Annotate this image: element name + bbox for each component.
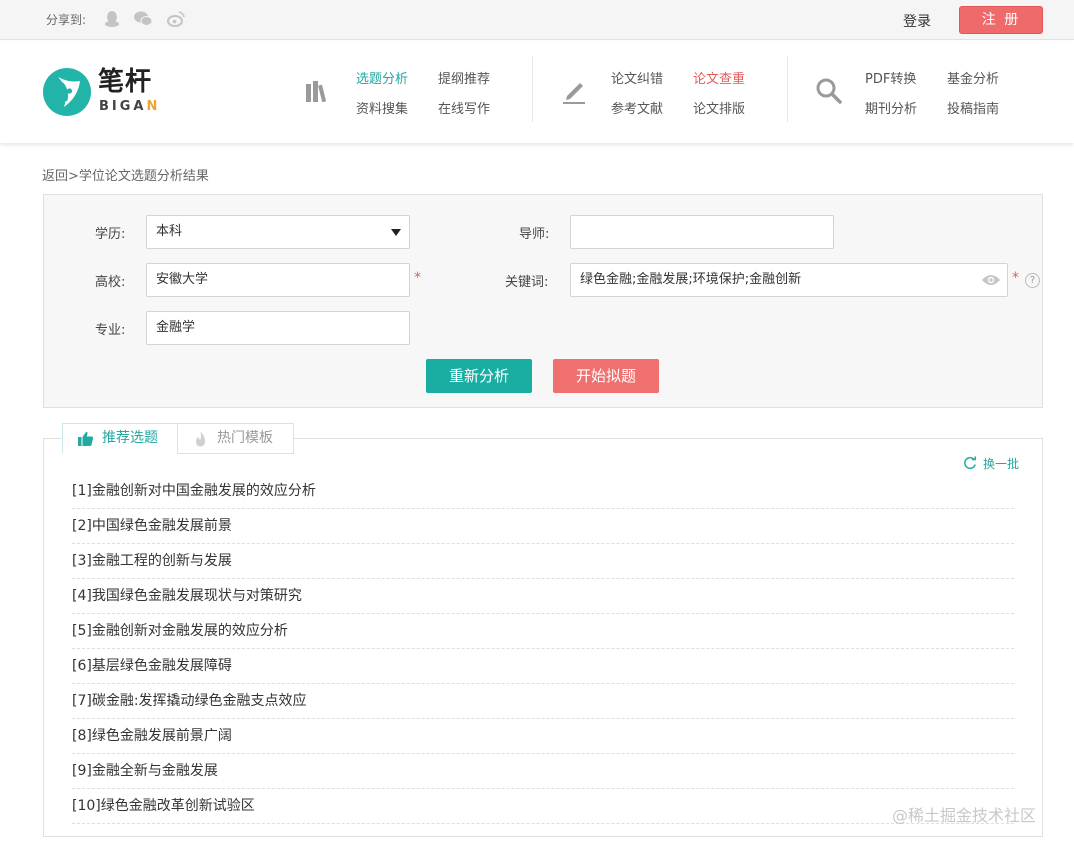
nav-references[interactable]: 参考文献 (611, 98, 663, 117)
nav-online-writing[interactable]: 在线写作 (438, 98, 490, 117)
site-header: 笔杆 BIGAN 选题分析 提纲推荐 资料搜集 在线写作 论文纠错 论文查重 参… (0, 41, 1074, 143)
topic-title: [1]金融创新对中国金融发展的效应分析 (72, 483, 316, 499)
topic-list: [1]金融创新对中国金融发展的效应分析 [2]中国绿色金融发展前景 [3]金融工… (72, 474, 1014, 824)
topic-item[interactable]: [7]碳金融:发挥撬动绿色金融支点效应 (72, 684, 1014, 719)
required-mark: * (1012, 270, 1019, 286)
school-input[interactable]: 安徽大学 (146, 263, 410, 297)
topic-title: [2]中国绿色金融发展前景 (72, 518, 232, 534)
required-mark: * (414, 270, 421, 286)
topic-item[interactable]: [10]绿色金融改革创新试验区 (72, 789, 1014, 824)
thumbs-up-icon (77, 431, 94, 447)
help-icon[interactable]: ? (1025, 273, 1040, 288)
login-link[interactable]: 登录 (903, 11, 931, 31)
nav-topic-analysis[interactable]: 选题分析 (356, 68, 408, 87)
keywords-input[interactable]: 绿色金融;金融发展;环境保护;金融创新 (570, 263, 1008, 297)
qq-icon[interactable] (102, 10, 122, 28)
search-icon (814, 76, 844, 106)
nav-plagiarism-check[interactable]: 论文查重 (693, 68, 745, 87)
topic-title: [3]金融工程的创新与发展 (72, 553, 232, 569)
topic-item[interactable]: [1]金融创新对中国金融发展的效应分析 (72, 474, 1014, 509)
wechat-icon[interactable] (133, 10, 153, 28)
register-button[interactable]: 注 册 (959, 6, 1043, 34)
nav-submission-guide[interactable]: 投稿指南 (947, 98, 999, 117)
major-label: 专业: (95, 323, 126, 338)
nav-typesetting[interactable]: 论文排版 (693, 98, 745, 117)
nav-divider (787, 56, 788, 122)
brand-name-en-prefix: BIGA (99, 99, 147, 114)
breadcrumb-separator: > (68, 169, 79, 184)
eye-icon[interactable] (981, 273, 1001, 287)
refresh-icon (963, 456, 977, 470)
degree-label: 学历: (95, 227, 126, 242)
advisor-input[interactable] (570, 215, 834, 249)
keywords-label: 关键词: (505, 275, 549, 290)
topic-item[interactable]: [8]绿色金融发展前景广阔 (72, 719, 1014, 754)
weibo-icon[interactable] (166, 10, 186, 28)
nav-paper-correction[interactable]: 论文纠错 (611, 68, 663, 87)
degree-select-value: 本科 (156, 224, 183, 239)
topic-title: [10]绿色金融改革创新试验区 (72, 798, 255, 814)
degree-select[interactable]: 本科 (146, 215, 410, 249)
topic-title: [7]碳金融:发挥撬动绿色金融支点效应 (72, 693, 307, 709)
topic-title: [6]基层绿色金融发展障碍 (72, 658, 232, 674)
share-label: 分享到: (46, 13, 87, 27)
brand-name-en-suffix: N (146, 99, 161, 114)
refresh-batch-button[interactable]: 换一批 (963, 455, 1019, 472)
nav-divider (532, 56, 533, 122)
nav-fund-analysis[interactable]: 基金分析 (947, 68, 999, 87)
advisor-label: 导师: (519, 227, 550, 242)
books-icon (303, 76, 333, 106)
breadcrumb-back-link[interactable]: 返回 (42, 169, 68, 184)
nav-pdf-convert[interactable]: PDF转换 (865, 68, 916, 87)
reanalyze-button[interactable]: 重新分析 (426, 359, 532, 393)
refresh-batch-label: 换一批 (983, 457, 1020, 471)
top-bar: 分享到: 登录 注 册 (0, 0, 1074, 40)
topic-item[interactable]: [4]我国绿色金融发展现状与对策研究 (72, 579, 1014, 614)
nav-material-collect[interactable]: 资料搜集 (356, 98, 408, 117)
major-input[interactable]: 金融学 (146, 311, 410, 345)
bigan-logo-icon[interactable] (42, 67, 92, 117)
caret-down-icon (391, 229, 401, 236)
watermark: @稀土掘金技术社区 (892, 806, 1037, 825)
nav-journal-analysis[interactable]: 期刊分析 (865, 98, 917, 117)
brand-name-en: BIGAN (99, 99, 160, 114)
tab-label: 推荐选题 (102, 430, 158, 446)
topic-item[interactable]: [3]金融工程的创新与发展 (72, 544, 1014, 579)
topic-item[interactable]: [5]金融创新对金融发展的效应分析 (72, 614, 1014, 649)
topic-item[interactable]: [6]基层绿色金融发展障碍 (72, 649, 1014, 684)
start-drafting-button[interactable]: 开始拟题 (553, 359, 659, 393)
breadcrumb: 返回>学位论文选题分析结果 (42, 165, 209, 184)
tab-label: 热门模板 (217, 430, 273, 446)
nav-outline-recommend[interactable]: 提纲推荐 (438, 68, 490, 87)
topic-title: [8]绿色金融发展前景广阔 (72, 728, 232, 744)
school-label: 高校: (95, 275, 126, 290)
flame-icon (192, 431, 209, 447)
topic-item[interactable]: [2]中国绿色金融发展前景 (72, 509, 1014, 544)
topic-title: [5]金融创新对金融发展的效应分析 (72, 623, 288, 639)
topic-title: [4]我国绿色金融发展现状与对策研究 (72, 588, 302, 604)
tab-recommended-topics[interactable]: 推荐选题 (62, 423, 178, 454)
brand-name: 笔杆 (98, 67, 153, 97)
topic-title: [9]金融全新与金融发展 (72, 763, 218, 779)
breadcrumb-current: 学位论文选题分析结果 (78, 169, 209, 184)
pen-icon (559, 76, 589, 106)
topic-item[interactable]: [9]金融全新与金融发展 (72, 754, 1014, 789)
tab-hot-templates[interactable]: 热门模板 (177, 423, 294, 454)
